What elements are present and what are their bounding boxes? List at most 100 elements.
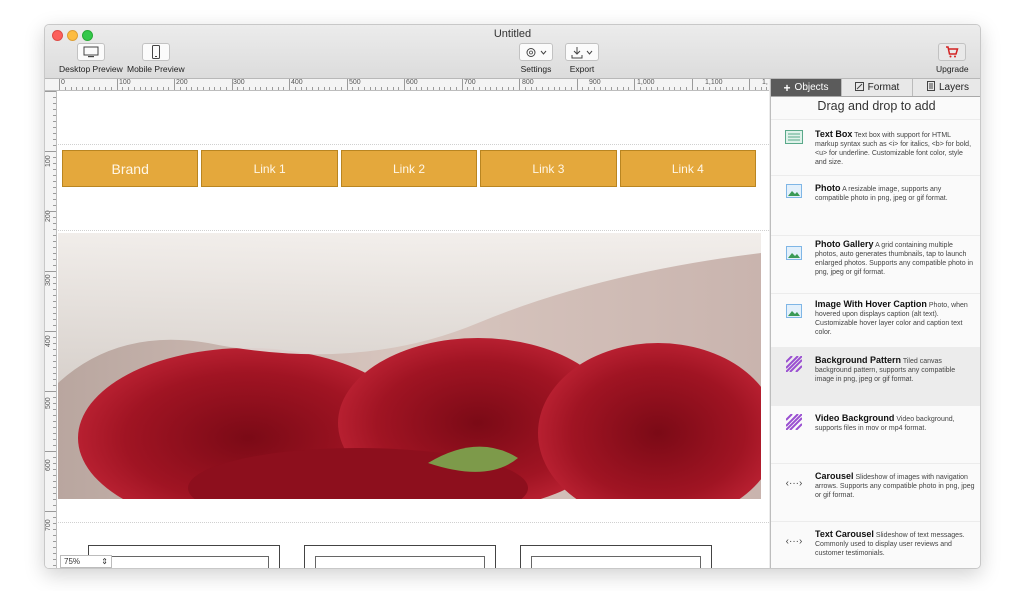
nav-link-3[interactable]: Link 3 xyxy=(480,150,617,187)
object-video-background[interactable]: Video Background Video background, suppo… xyxy=(771,405,980,463)
ruler-tick xyxy=(593,87,595,90)
ruler-tick xyxy=(53,115,56,116)
card[interactable] xyxy=(304,545,496,568)
ruler-tick xyxy=(237,87,239,90)
ruler-tick xyxy=(93,87,95,90)
page-canvas[interactable]: Brand Link 1 Link 2 Link 3 Link 4 xyxy=(58,92,769,568)
object-title: Photo xyxy=(815,183,841,193)
ruler-tick xyxy=(616,87,618,90)
ruler-tick xyxy=(53,235,56,236)
navigation-bar[interactable]: Brand Link 1 Link 2 Link 3 Link 4 xyxy=(62,150,757,187)
ruler-tick xyxy=(139,87,141,90)
ruler-tick xyxy=(335,87,336,90)
ruler-tick xyxy=(133,87,135,90)
design-stage: 0 100 200 300 400 500 600 700 800 900 1,… xyxy=(45,79,769,568)
object-title: Carousel xyxy=(815,471,854,481)
ruler-tick xyxy=(53,445,56,446)
ruler-tick xyxy=(501,87,503,90)
ruler-tick xyxy=(53,97,56,98)
object-photo[interactable]: Photo A resizable image, supports any co… xyxy=(771,175,980,235)
cart-icon xyxy=(938,43,967,61)
ruler-label: 300 xyxy=(45,274,52,286)
ruler-tick xyxy=(421,87,423,90)
ruler-tick xyxy=(731,87,733,90)
nav-link-4[interactable]: Link 4 xyxy=(619,150,757,187)
ruler-tick xyxy=(381,87,382,90)
object-photo-gallery[interactable]: Photo Gallery A grid containing multiple… xyxy=(771,235,980,293)
object-carousel[interactable]: ‹···› Carousel Slideshow of images with … xyxy=(771,463,980,521)
tab-objects[interactable]: + Objects xyxy=(771,79,842,96)
ruler-label: 200 xyxy=(176,79,188,86)
ruler-tick xyxy=(45,271,56,272)
ruler-tick xyxy=(53,367,56,368)
ruler-tick xyxy=(197,87,198,90)
export-button[interactable]: Export xyxy=(565,43,599,74)
ruler-tick xyxy=(53,403,56,404)
ruler-label: 0 xyxy=(61,79,65,86)
ruler-tick xyxy=(53,457,56,458)
object-image-hover-caption[interactable]: Image With Hover Caption Photo, when hov… xyxy=(771,293,980,347)
ruler-tick xyxy=(513,87,515,90)
ruler-tick xyxy=(45,451,56,452)
tab-format[interactable]: Format xyxy=(842,79,913,96)
object-text-carousel[interactable]: ‹···› Text Carousel Slideshow of text me… xyxy=(771,521,980,561)
desktop-preview-button[interactable]: Desktop Preview xyxy=(59,43,123,74)
tab-layers[interactable]: Layers xyxy=(913,79,980,96)
ruler-tick xyxy=(53,205,56,206)
ruler-tick xyxy=(248,87,250,90)
ruler-tick xyxy=(444,87,446,90)
ruler-tick xyxy=(386,87,388,90)
ruler-tick xyxy=(473,87,474,90)
object-text-box[interactable]: Text Box Text box with support for HTML … xyxy=(771,119,980,175)
ruler-tick xyxy=(53,373,56,374)
ruler-tick xyxy=(53,481,56,482)
ruler-tick xyxy=(507,87,509,90)
ruler-tick xyxy=(45,511,56,512)
hero-image[interactable] xyxy=(58,233,761,499)
object-background-pattern[interactable]: Background Pattern Tiled canvas backgrou… xyxy=(771,347,980,405)
plus-icon: + xyxy=(783,80,791,95)
ruler-tick xyxy=(53,385,56,386)
nav-link-2[interactable]: Link 2 xyxy=(340,150,478,187)
nav-link-1[interactable]: Link 1 xyxy=(201,150,338,187)
ruler-tick xyxy=(45,211,56,212)
horizontal-ruler: 0 100 200 300 400 500 600 700 800 900 1,… xyxy=(45,79,769,91)
object-title: Photo Gallery xyxy=(815,239,874,249)
ruler-tick xyxy=(329,87,331,90)
ruler-tick xyxy=(628,87,630,90)
ruler-tick xyxy=(53,283,56,284)
ruler-tick xyxy=(53,181,56,182)
upgrade-button[interactable]: Upgrade xyxy=(936,43,969,74)
ruler-tick xyxy=(53,223,56,224)
ruler-tick xyxy=(76,87,78,90)
ruler-tick xyxy=(53,199,56,200)
ruler-tick xyxy=(53,355,56,356)
ruler-tick xyxy=(266,87,267,90)
tab-format-label: Format xyxy=(867,82,900,93)
ruler-tick xyxy=(651,87,653,90)
ruler-tick xyxy=(697,87,699,90)
ruler-tick xyxy=(392,87,394,90)
ruler-tick xyxy=(726,87,727,90)
ruler-tick xyxy=(53,163,56,164)
object-list: Text Box Text box with support for HTML … xyxy=(771,119,980,561)
updown-arrow-icon: ⇕ xyxy=(101,557,108,566)
card[interactable] xyxy=(520,545,712,568)
ruler-tick xyxy=(277,87,279,90)
settings-button[interactable]: Settings xyxy=(519,43,553,74)
ruler-tick xyxy=(231,79,233,90)
ruler-tick xyxy=(754,87,756,90)
ruler-tick xyxy=(53,253,56,254)
ruler-tick xyxy=(622,87,624,90)
ruler-tick xyxy=(294,87,296,90)
ruler-label: 1,100 xyxy=(705,79,723,86)
zoom-select[interactable]: 75% ⇕ xyxy=(60,555,112,568)
mobile-preview-button[interactable]: Mobile Preview xyxy=(127,43,185,74)
upgrade-label: Upgrade xyxy=(936,64,969,74)
mobile-icon xyxy=(141,43,170,61)
ruler-tick xyxy=(53,289,56,290)
ruler-tick xyxy=(53,499,56,500)
settings-label: Settings xyxy=(520,64,552,74)
nav-brand[interactable]: Brand xyxy=(62,150,199,187)
card[interactable] xyxy=(88,545,280,568)
